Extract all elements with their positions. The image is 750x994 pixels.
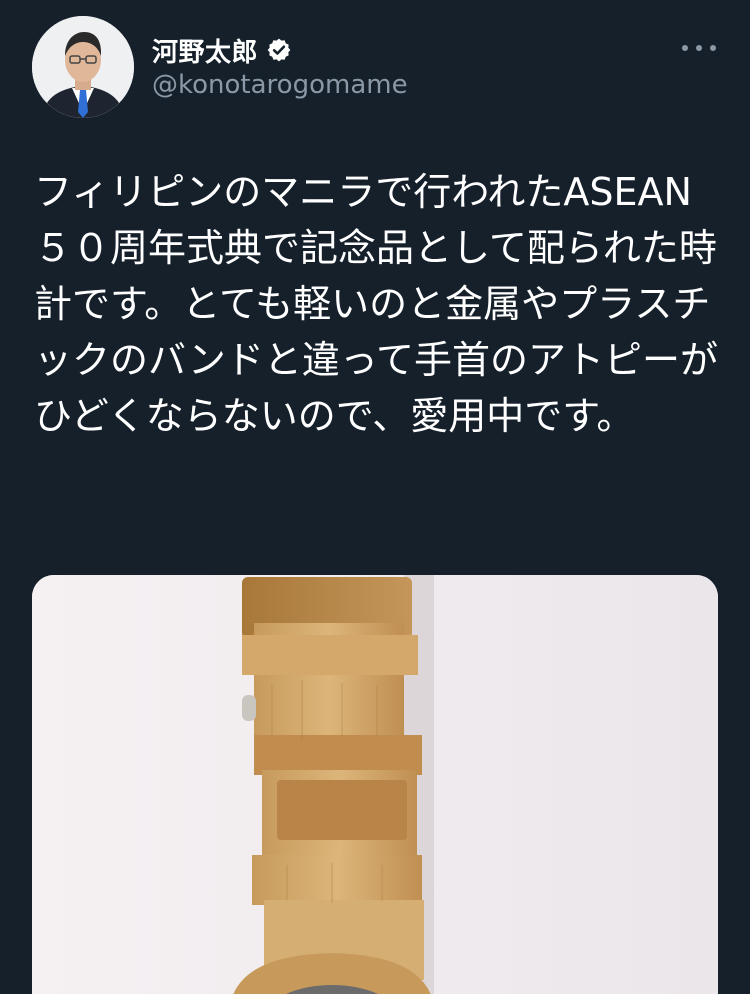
wooden-watch-photo [32,575,718,994]
author-name-row[interactable]: 河野太郎 [152,32,292,68]
author-avatar[interactable] [32,16,134,118]
more-dot [682,45,688,51]
more-dot [696,45,702,51]
tweet-header: 河野太郎 @konotarogomame [0,0,750,140]
avatar-photo [32,16,134,118]
more-horizontal-icon[interactable] [682,36,716,60]
more-dot [710,45,716,51]
verified-badge-icon [266,37,292,63]
author-handle[interactable]: @konotarogomame [152,70,408,100]
tweet-text: フィリピンのマニラで行われたASEAN５０周年式典で記念品として配られた時計です… [34,170,719,438]
tweet-media-image[interactable] [32,575,718,994]
author-display-name[interactable]: 河野太郎 [152,32,258,69]
